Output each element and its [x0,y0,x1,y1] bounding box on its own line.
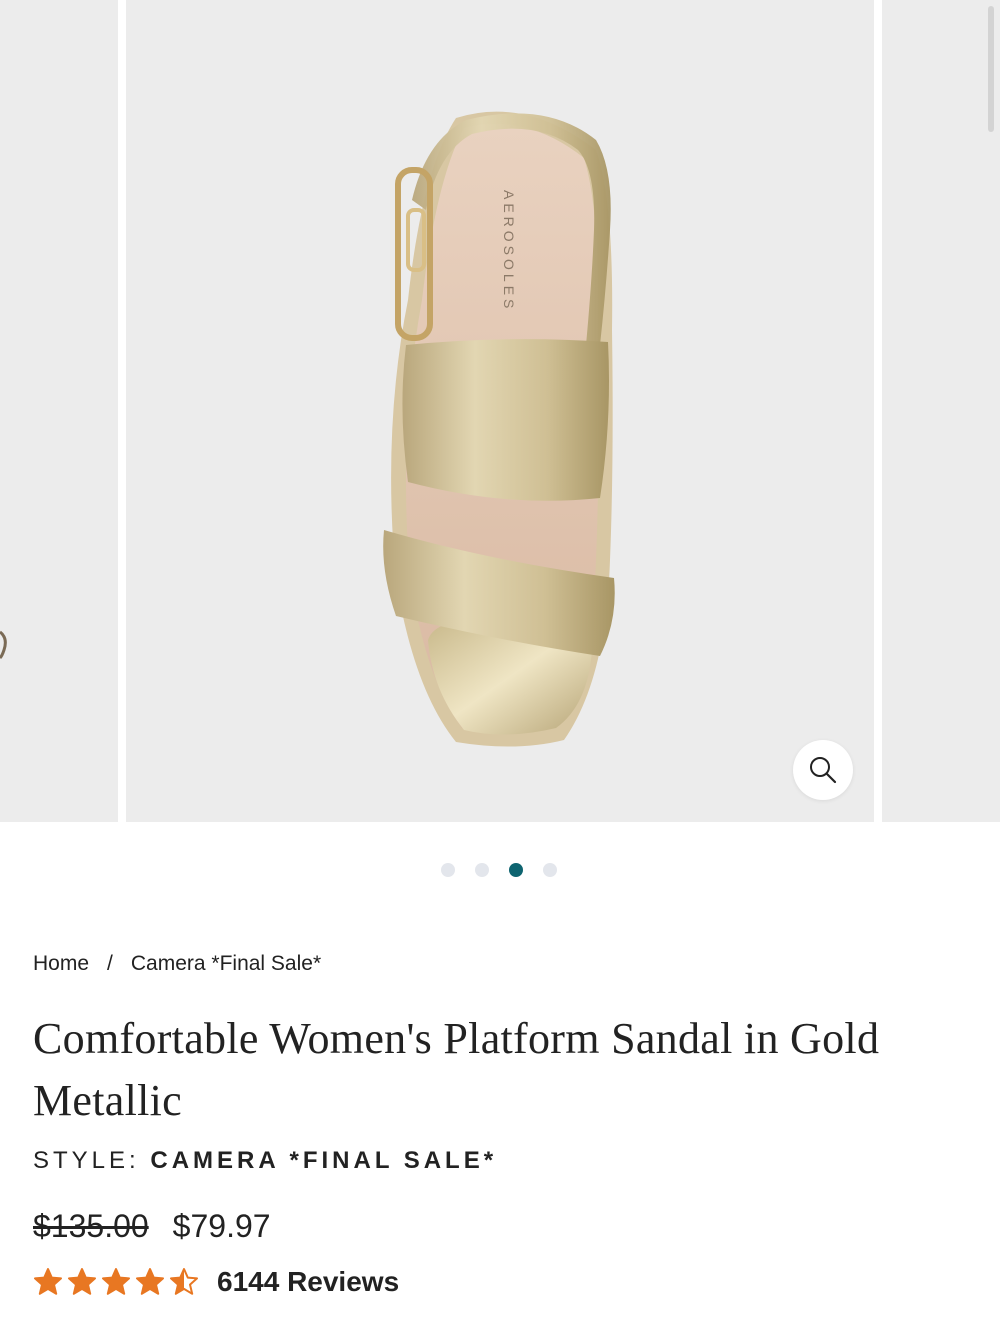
star-full-icon [136,1268,164,1295]
price: $135.00 $79.97 [33,1208,271,1245]
gallery-pagination [0,861,1000,877]
partial-sandal-image [0,630,7,660]
search-icon [810,757,837,784]
product-style: STYLE: CAMERA *FINAL SALE* [33,1147,497,1175]
breadcrumb-separator: / [107,952,113,975]
zoom-button[interactable] [793,740,853,800]
gallery-dot-1[interactable] [441,863,455,877]
gallery-dot-2[interactable] [475,863,489,877]
gallery-next-slide[interactable] [882,0,1000,822]
scrollbar[interactable] [988,6,994,132]
gallery-dot-4[interactable] [543,863,557,877]
style-label: STYLE: [33,1147,140,1174]
breadcrumb: Home / Camera *Final Sale* [33,952,321,976]
breadcrumb-current[interactable]: Camera *Final Sale* [131,952,321,975]
reviews-link[interactable]: 6144 Reviews [217,1266,399,1298]
product-title: Comfortable Women's Platform Sandal in G… [33,1014,880,1125]
gallery-main-slide[interactable]: AEROSOLES [126,0,874,822]
star-full-icon [34,1268,62,1295]
sale-price: $79.97 [172,1208,271,1244]
gallery-prev-slide[interactable] [0,0,118,822]
star-full-icon [68,1268,96,1295]
product-image-gallery[interactable]: AEROSOLES [0,0,1000,822]
star-rating [33,1267,203,1297]
style-value: CAMERA *FINAL SALE* [150,1147,498,1174]
gallery-dot-3-active[interactable] [509,863,523,877]
star-full-icon [102,1268,130,1295]
star-half-icon [170,1268,198,1295]
original-price: $135.00 [33,1208,149,1244]
breadcrumb-home-link[interactable]: Home [33,952,89,975]
rating-summary[interactable]: 6144 Reviews [33,1264,399,1300]
brand-imprint: AEROSOLES [501,190,517,312]
sandal-image: AEROSOLES [383,111,615,747]
